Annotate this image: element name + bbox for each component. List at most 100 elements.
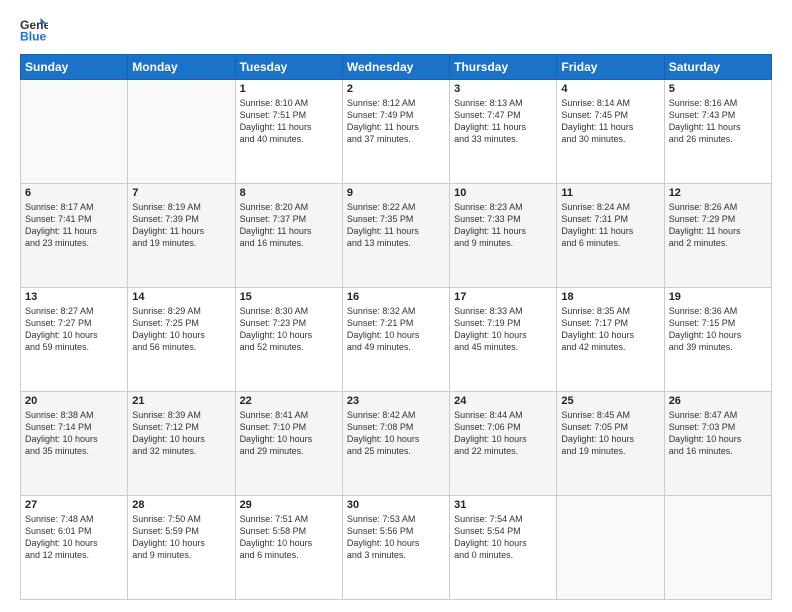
day-info: Sunrise: 7:50 AM Sunset: 5:59 PM Dayligh… bbox=[132, 513, 230, 562]
day-info: Sunrise: 8:39 AM Sunset: 7:12 PM Dayligh… bbox=[132, 409, 230, 458]
calendar-day-cell: 17Sunrise: 8:33 AM Sunset: 7:19 PM Dayli… bbox=[450, 288, 557, 392]
day-number: 8 bbox=[240, 187, 338, 199]
day-info: Sunrise: 8:41 AM Sunset: 7:10 PM Dayligh… bbox=[240, 409, 338, 458]
calendar-day-cell: 31 Sunrise: 7:54 AM Sunset: 5:54 PM Dayli… bbox=[450, 496, 557, 600]
day-number: 15 bbox=[240, 291, 338, 303]
calendar-table: SundayMondayTuesdayWednesdayThursdayFrid… bbox=[20, 54, 772, 600]
calendar-day-cell: 5 Sunrise: 8:16 AM Sunset: 7:43 PM Daylig… bbox=[664, 80, 771, 184]
calendar-day-cell: 30 Sunrise: 7:53 AM Sunset: 5:56 PM Dayli… bbox=[342, 496, 449, 600]
calendar-day-cell bbox=[664, 496, 771, 600]
day-info: Sunrise: 8:12 AM Sunset: 7:49 PM Dayligh… bbox=[347, 97, 445, 146]
day-number: 18 bbox=[561, 291, 659, 303]
day-header-saturday: Saturday bbox=[664, 55, 771, 80]
day-info: Sunrise: 8:19 AM Sunset: 7:39 PM Dayligh… bbox=[132, 201, 230, 250]
calendar-week-row: 20Sunrise: 8:38 AM Sunset: 7:14 PM Dayli… bbox=[21, 392, 772, 496]
calendar-day-cell: 11 Sunrise: 8:24 AM Sunset: 7:31 PM Dayli… bbox=[557, 184, 664, 288]
day-header-sunday: Sunday bbox=[21, 55, 128, 80]
logo: General Blue bbox=[20, 16, 48, 44]
day-number: 14 bbox=[132, 291, 230, 303]
day-header-thursday: Thursday bbox=[450, 55, 557, 80]
calendar-day-cell: 15 Sunrise: 8:30 AM Sunset: 7:23 PM Dayli… bbox=[235, 288, 342, 392]
day-number: 23 bbox=[347, 395, 445, 407]
page-header: General Blue bbox=[20, 16, 772, 44]
day-info: Sunrise: 8:42 AM Sunset: 7:08 PM Dayligh… bbox=[347, 409, 445, 458]
day-info: Sunrise: 7:48 AM Sunset: 6:01 PM Dayligh… bbox=[25, 513, 123, 562]
calendar-day-cell: 12Sunrise: 8:26 AM Sunset: 7:29 PM Dayli… bbox=[664, 184, 771, 288]
day-number: 30 bbox=[347, 499, 445, 511]
calendar-day-cell: 23 Sunrise: 8:42 AM Sunset: 7:08 PM Dayli… bbox=[342, 392, 449, 496]
day-number: 3 bbox=[454, 83, 552, 95]
calendar-day-cell: 24 Sunrise: 8:44 AM Sunset: 7:06 PM Dayli… bbox=[450, 392, 557, 496]
day-header-tuesday: Tuesday bbox=[235, 55, 342, 80]
calendar-day-cell: 8 Sunrise: 8:20 AM Sunset: 7:37 PM Daylig… bbox=[235, 184, 342, 288]
calendar-day-cell: 25Sunrise: 8:45 AM Sunset: 7:05 PM Dayli… bbox=[557, 392, 664, 496]
calendar-day-cell: 14 Sunrise: 8:29 AM Sunset: 7:25 PM Dayli… bbox=[128, 288, 235, 392]
svg-text:Blue: Blue bbox=[20, 29, 47, 43]
day-number: 17 bbox=[454, 291, 552, 303]
calendar-day-cell: 4 Sunrise: 8:14 AM Sunset: 7:45 PM Daylig… bbox=[557, 80, 664, 184]
day-number: 16 bbox=[347, 291, 445, 303]
calendar-day-cell: 10Sunrise: 8:23 AM Sunset: 7:33 PM Dayli… bbox=[450, 184, 557, 288]
day-number: 27 bbox=[25, 499, 123, 511]
calendar-day-cell bbox=[21, 80, 128, 184]
calendar-week-row: 27 Sunrise: 7:48 AM Sunset: 6:01 PM Dayli… bbox=[21, 496, 772, 600]
day-number: 21 bbox=[132, 395, 230, 407]
day-info: Sunrise: 7:53 AM Sunset: 5:56 PM Dayligh… bbox=[347, 513, 445, 562]
day-info: Sunrise: 8:27 AM Sunset: 7:27 PM Dayligh… bbox=[25, 305, 123, 354]
calendar-day-cell: 20Sunrise: 8:38 AM Sunset: 7:14 PM Dayli… bbox=[21, 392, 128, 496]
day-info: Sunrise: 8:35 AM Sunset: 7:17 PM Dayligh… bbox=[561, 305, 659, 354]
day-info: Sunrise: 8:22 AM Sunset: 7:35 PM Dayligh… bbox=[347, 201, 445, 250]
day-info: Sunrise: 8:20 AM Sunset: 7:37 PM Dayligh… bbox=[240, 201, 338, 250]
calendar-day-cell: 13 Sunrise: 8:27 AM Sunset: 7:27 PM Dayli… bbox=[21, 288, 128, 392]
day-number: 22 bbox=[240, 395, 338, 407]
calendar-week-row: 1Sunrise: 8:10 AM Sunset: 7:51 PM Daylig… bbox=[21, 80, 772, 184]
calendar-day-cell: 21 Sunrise: 8:39 AM Sunset: 7:12 PM Dayli… bbox=[128, 392, 235, 496]
day-number: 25 bbox=[561, 395, 659, 407]
day-number: 10 bbox=[454, 187, 552, 199]
calendar-day-cell: 3 Sunrise: 8:13 AM Sunset: 7:47 PM Daylig… bbox=[450, 80, 557, 184]
day-number: 2 bbox=[347, 83, 445, 95]
day-header-monday: Monday bbox=[128, 55, 235, 80]
day-info: Sunrise: 8:16 AM Sunset: 7:43 PM Dayligh… bbox=[669, 97, 767, 146]
calendar-day-cell bbox=[128, 80, 235, 184]
calendar-day-cell: 2 Sunrise: 8:12 AM Sunset: 7:49 PM Daylig… bbox=[342, 80, 449, 184]
calendar-day-cell: 29Sunrise: 7:51 AM Sunset: 5:58 PM Dayli… bbox=[235, 496, 342, 600]
day-info: Sunrise: 7:54 AM Sunset: 5:54 PM Dayligh… bbox=[454, 513, 552, 562]
day-info: Sunrise: 8:17 AM Sunset: 7:41 PM Dayligh… bbox=[25, 201, 123, 250]
day-number: 6 bbox=[25, 187, 123, 199]
calendar-day-cell: 28 Sunrise: 7:50 AM Sunset: 5:59 PM Dayli… bbox=[128, 496, 235, 600]
day-number: 26 bbox=[669, 395, 767, 407]
calendar-day-cell: 27 Sunrise: 7:48 AM Sunset: 6:01 PM Dayli… bbox=[21, 496, 128, 600]
calendar-day-cell: 16 Sunrise: 8:32 AM Sunset: 7:21 PM Dayli… bbox=[342, 288, 449, 392]
day-info: Sunrise: 8:14 AM Sunset: 7:45 PM Dayligh… bbox=[561, 97, 659, 146]
day-number: 12 bbox=[669, 187, 767, 199]
day-header-friday: Friday bbox=[557, 55, 664, 80]
logo-icon: General Blue bbox=[20, 16, 48, 44]
day-number: 20 bbox=[25, 395, 123, 407]
day-info: Sunrise: 8:36 AM Sunset: 7:15 PM Dayligh… bbox=[669, 305, 767, 354]
calendar-day-cell: 19 Sunrise: 8:36 AM Sunset: 7:15 PM Dayli… bbox=[664, 288, 771, 392]
day-info: Sunrise: 8:47 AM Sunset: 7:03 PM Dayligh… bbox=[669, 409, 767, 458]
day-info: Sunrise: 8:44 AM Sunset: 7:06 PM Dayligh… bbox=[454, 409, 552, 458]
calendar-day-cell: 26 Sunrise: 8:47 AM Sunset: 7:03 PM Dayli… bbox=[664, 392, 771, 496]
calendar-day-cell: 22 Sunrise: 8:41 AM Sunset: 7:10 PM Dayli… bbox=[235, 392, 342, 496]
day-info: Sunrise: 8:32 AM Sunset: 7:21 PM Dayligh… bbox=[347, 305, 445, 354]
day-number: 1 bbox=[240, 83, 338, 95]
day-number: 4 bbox=[561, 83, 659, 95]
day-number: 28 bbox=[132, 499, 230, 511]
calendar-week-row: 6 Sunrise: 8:17 AM Sunset: 7:41 PM Daylig… bbox=[21, 184, 772, 288]
day-info: Sunrise: 8:30 AM Sunset: 7:23 PM Dayligh… bbox=[240, 305, 338, 354]
day-info: Sunrise: 8:29 AM Sunset: 7:25 PM Dayligh… bbox=[132, 305, 230, 354]
calendar-day-cell: 6 Sunrise: 8:17 AM Sunset: 7:41 PM Daylig… bbox=[21, 184, 128, 288]
day-info: Sunrise: 8:24 AM Sunset: 7:31 PM Dayligh… bbox=[561, 201, 659, 250]
day-info: Sunrise: 8:13 AM Sunset: 7:47 PM Dayligh… bbox=[454, 97, 552, 146]
day-number: 13 bbox=[25, 291, 123, 303]
calendar-day-cell bbox=[557, 496, 664, 600]
day-number: 5 bbox=[669, 83, 767, 95]
day-number: 31 bbox=[454, 499, 552, 511]
day-number: 24 bbox=[454, 395, 552, 407]
day-number: 19 bbox=[669, 291, 767, 303]
day-number: 11 bbox=[561, 187, 659, 199]
calendar-day-cell: 1Sunrise: 8:10 AM Sunset: 7:51 PM Daylig… bbox=[235, 80, 342, 184]
day-number: 29 bbox=[240, 499, 338, 511]
